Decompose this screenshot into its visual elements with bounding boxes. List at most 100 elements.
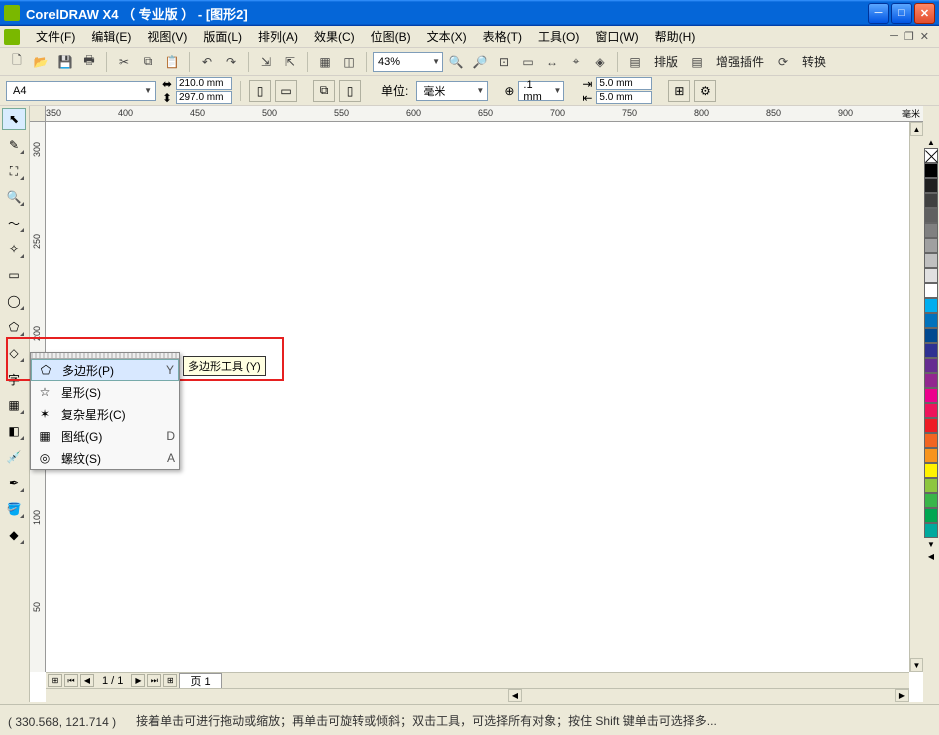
first-page-button[interactable]: ⏮ — [64, 674, 78, 687]
scroll-up-button[interactable]: ▲ — [910, 122, 923, 136]
all-pages-button[interactable]: ⧉ — [313, 80, 335, 102]
color-swatch[interactable] — [924, 328, 938, 343]
snap-to-button[interactable]: ⊞ — [668, 80, 690, 102]
menu-layout[interactable]: 版面(L) — [195, 26, 250, 47]
horizontal-ruler[interactable]: 350400450500550600650700750800850900 — [46, 106, 909, 122]
next-page-button[interactable]: ▶ — [131, 674, 145, 687]
plugin-icon[interactable]: ▤ — [686, 51, 708, 73]
scroll-right-button[interactable]: ▶ — [895, 689, 909, 702]
page-width-input[interactable] — [176, 77, 232, 90]
mdi-minimize-button[interactable]: ─ — [890, 30, 898, 43]
palette-up-button[interactable]: ▲ — [924, 136, 938, 148]
table-tool[interactable]: ▦ — [2, 394, 26, 416]
color-swatch[interactable] — [924, 268, 938, 283]
menu-view[interactable]: 视图(V) — [139, 26, 195, 47]
text-tool[interactable]: 字 — [2, 368, 26, 390]
palette-expand-button[interactable]: ◀ — [924, 550, 938, 562]
dup-x-input[interactable] — [596, 77, 652, 90]
add-page-button[interactable]: ⊞ — [48, 674, 62, 687]
color-swatch[interactable] — [924, 418, 938, 433]
scroll-left-button[interactable]: ◀ — [508, 689, 522, 702]
menu-arrange[interactable]: 排列(A) — [250, 26, 306, 47]
options-button[interactable]: ⚙ — [694, 80, 716, 102]
polygon-tool[interactable]: ⬠ — [2, 316, 26, 338]
print-button[interactable]: 🖶 — [78, 51, 100, 73]
color-swatch[interactable] — [924, 208, 938, 223]
window-maximize-button[interactable]: □ — [891, 3, 912, 24]
rectangle-tool[interactable]: ▭ — [2, 264, 26, 286]
color-swatch[interactable] — [924, 403, 938, 418]
layout-button[interactable]: 排版 — [648, 53, 684, 70]
prev-page-button[interactable]: ◀ — [80, 674, 94, 687]
flyout-item-4[interactable]: ◎螺纹(S)A — [31, 447, 179, 469]
zoom-out-button[interactable]: 🔎 — [469, 51, 491, 73]
outline-tool[interactable]: ✒ — [2, 472, 26, 494]
crop-tool[interactable]: ⛶ — [2, 160, 26, 182]
new-doc-button[interactable]: 🗋 — [6, 51, 28, 73]
color-swatch[interactable] — [924, 253, 938, 268]
interactive-tool[interactable]: ◧ — [2, 420, 26, 442]
save-button[interactable]: 💾 — [54, 51, 76, 73]
paste-button[interactable]: 📋 — [161, 51, 183, 73]
snap-button[interactable]: ▤ — [624, 51, 646, 73]
flyout-item-3[interactable]: ▦图纸(G)D — [31, 425, 179, 447]
cut-button[interactable]: ✂ — [113, 51, 135, 73]
zoom-all-button[interactable]: ◈ — [589, 51, 611, 73]
color-swatch[interactable] — [924, 238, 938, 253]
landscape-button[interactable]: ▭ — [275, 80, 297, 102]
palette-down-button[interactable]: ▼ — [924, 538, 938, 550]
mdi-close-button[interactable]: ✕ — [920, 30, 929, 43]
page-height-input[interactable] — [176, 91, 232, 104]
flyout-item-0[interactable]: ⬠多边形(P)Y — [31, 359, 179, 381]
last-page-button[interactable]: ⏭ — [147, 674, 161, 687]
freehand-tool[interactable]: 〜 — [2, 212, 26, 234]
zoom-fit-button[interactable]: ⊡ — [493, 51, 515, 73]
window-minimize-button[interactable]: ─ — [868, 3, 889, 24]
zoom-selection-button[interactable]: ⌖ — [565, 51, 587, 73]
page-tab-1[interactable]: 页 1 — [179, 673, 221, 688]
color-swatch[interactable] — [924, 448, 938, 463]
color-swatch[interactable] — [924, 523, 938, 538]
zoom-in-button[interactable]: 🔍 — [445, 51, 467, 73]
menu-text[interactable]: 文本(X) — [419, 26, 475, 47]
nudge-input[interactable]: .1 mm — [518, 81, 564, 101]
transform-icon[interactable]: ⟳ — [772, 51, 794, 73]
undo-button[interactable]: ↶ — [196, 51, 218, 73]
app-launcher-button[interactable]: ▦ — [314, 51, 336, 73]
ruler-origin[interactable] — [30, 106, 46, 122]
color-swatch[interactable] — [924, 223, 938, 238]
fill-tool[interactable]: 🪣 — [2, 498, 26, 520]
color-swatch[interactable] — [924, 463, 938, 478]
flyout-item-1[interactable]: ☆星形(S) — [31, 381, 179, 403]
menu-file[interactable]: 文件(F) — [28, 26, 83, 47]
zoom-page-button[interactable]: ▭ — [517, 51, 539, 73]
menu-tools[interactable]: 工具(O) — [530, 26, 587, 47]
current-page-button[interactable]: ▯ — [339, 80, 361, 102]
zoom-level-select[interactable]: 43% — [373, 52, 443, 72]
smart-tool[interactable]: ✧ — [2, 238, 26, 260]
plugin-button[interactable]: 增强插件 — [710, 53, 770, 70]
page-size-select[interactable]: A4 — [6, 81, 156, 101]
horizontal-scrollbar[interactable]: ◀ ▶ — [46, 688, 909, 702]
color-swatch[interactable] — [924, 298, 938, 313]
zoom-tool[interactable]: 🔍 — [2, 186, 26, 208]
redo-button[interactable]: ↷ — [220, 51, 242, 73]
color-swatch[interactable] — [924, 283, 938, 298]
mdi-restore-button[interactable]: ❐ — [904, 30, 914, 43]
color-swatch[interactable] — [924, 373, 938, 388]
zoom-width-button[interactable]: ↔ — [541, 51, 563, 73]
color-swatch[interactable] — [924, 193, 938, 208]
open-button[interactable]: 📂 — [30, 51, 52, 73]
menu-effects[interactable]: 效果(C) — [306, 26, 363, 47]
menu-help[interactable]: 帮助(H) — [647, 26, 704, 47]
color-swatch[interactable] — [924, 478, 938, 493]
window-close-button[interactable]: ✕ — [914, 3, 935, 24]
menu-window[interactable]: 窗口(W) — [587, 26, 646, 47]
menu-table[interactable]: 表格(T) — [475, 26, 530, 47]
color-swatch[interactable] — [924, 178, 938, 193]
color-swatch[interactable] — [924, 163, 938, 178]
ellipse-tool[interactable]: ◯ — [2, 290, 26, 312]
portrait-button[interactable]: ▯ — [249, 80, 271, 102]
import-button[interactable]: ⇲ — [255, 51, 277, 73]
scroll-down-button[interactable]: ▼ — [910, 658, 923, 672]
